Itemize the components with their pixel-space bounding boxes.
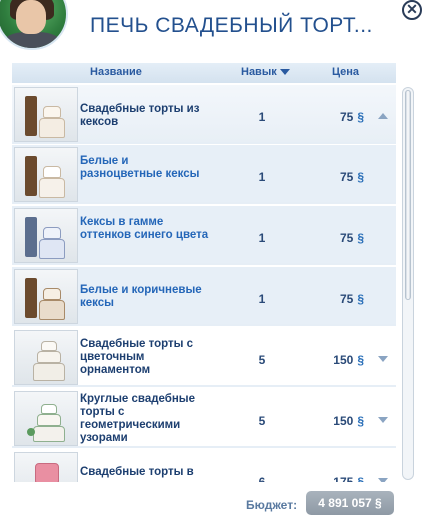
cake-top-graphic (43, 288, 61, 300)
cake-graphic (33, 426, 65, 442)
recipe-item-row[interactable]: Кексы в гамме оттенков синего цвета 1 75… (12, 206, 396, 265)
cake-middle-graphic (37, 351, 61, 363)
recipe-name: Белые и разноцветные кексы (80, 155, 200, 180)
expand-chevron-icon[interactable] (378, 356, 388, 362)
recipe-name: Свадебные торты в (80, 466, 194, 478)
cake-graphic (39, 239, 65, 259)
recipe-thumbnail (14, 87, 78, 142)
recipe-thumbnail (14, 452, 78, 482)
recipe-price: 75 § (339, 292, 364, 306)
cabinet-graphic (25, 278, 37, 318)
column-skill-header[interactable]: Навык (241, 66, 290, 78)
recipe-price: 75 § (339, 231, 364, 245)
table-header: Название Навык Цена (12, 63, 396, 83)
cabinet-graphic (25, 96, 37, 136)
recipe-skill: 1 (258, 231, 266, 245)
recipe-thumbnail (14, 269, 78, 324)
recipe-thumbnail (14, 208, 78, 263)
cake-middle-graphic (37, 414, 61, 426)
dialog-title: ПЕЧЬ СВАДЕБНЫЙ ТОРТ... (90, 14, 373, 37)
recipe-price: 150 § (333, 414, 364, 428)
cake-graphic (35, 463, 59, 482)
recipe-price: 175 § (333, 475, 364, 482)
scrollbar-thumb[interactable] (405, 90, 411, 300)
recipe-thumbnail (14, 147, 78, 202)
recipe-price: 75 § (339, 170, 364, 184)
close-icon[interactable]: ✕ (402, 0, 422, 20)
cabinet-graphic (25, 156, 37, 196)
column-name-header[interactable]: Название (90, 66, 142, 78)
avatar-face (16, 0, 46, 34)
cabinet-graphic (25, 217, 37, 257)
recipe-thumbnail (14, 391, 78, 446)
recipe-item-row[interactable]: Белые и разноцветные кексы 1 75 § (12, 145, 396, 204)
cake-top-graphic (43, 166, 61, 178)
recipe-list: Свадебные торты из кексов 1 75 § Белые и … (12, 85, 396, 482)
recipe-name: Круглые свадебные торты с геометрическим… (80, 393, 196, 444)
budget-label: Бюджет: (246, 498, 298, 512)
cake-top-graphic (41, 341, 57, 351)
recipe-name: Свадебные торты с цветочным орнаментом (80, 338, 194, 376)
recipe-skill: 5 (258, 414, 266, 428)
cake-graphic (39, 178, 65, 198)
column-price-header[interactable]: Цена (332, 66, 359, 78)
recipe-price: 150 § (333, 353, 364, 367)
recipe-price: 75 § (339, 110, 364, 124)
recipe-skill: 1 (258, 110, 266, 124)
recipe-group-row[interactable]: Свадебные торты из кексов 1 75 § (12, 85, 396, 144)
sim-avatar (0, 0, 68, 50)
recipe-group-row[interactable]: Круглые свадебные торты с геометрическим… (12, 389, 396, 448)
cake-graphic (33, 363, 65, 381)
cake-top-graphic (43, 106, 61, 118)
collapse-chevron-icon[interactable] (378, 113, 388, 119)
recipe-group-row[interactable]: Свадебные торты в 6 175 § (12, 450, 396, 482)
cake-top-graphic (41, 404, 57, 414)
recipe-thumbnail (14, 330, 78, 385)
leaf-decoration (27, 428, 35, 436)
budget-value: 4 891 057 § (306, 491, 394, 515)
expand-chevron-icon[interactable] (378, 417, 388, 423)
cake-top-graphic (43, 227, 61, 239)
recipe-skill: 5 (258, 353, 266, 367)
cake-graphic (39, 300, 65, 320)
avatar-body (2, 32, 62, 48)
expand-chevron-icon[interactable] (378, 478, 388, 482)
list-scrollbar[interactable] (402, 87, 414, 480)
recipe-name: Свадебные торты из кексов (80, 103, 200, 128)
recipe-skill: 1 (258, 292, 266, 306)
recipe-item-row[interactable]: Белые и коричневые кексы 1 75 § (12, 267, 396, 326)
recipe-name: Белые и коричневые кексы (80, 284, 202, 309)
recipe-skill: 1 (258, 170, 266, 184)
recipe-group-row[interactable]: Свадебные торты с цветочным орнаментом 5… (12, 328, 396, 387)
cake-graphic (39, 118, 65, 138)
recipe-skill: 6 (258, 475, 266, 482)
recipe-name: Кексы в гамме оттенков синего цвета (80, 216, 209, 241)
